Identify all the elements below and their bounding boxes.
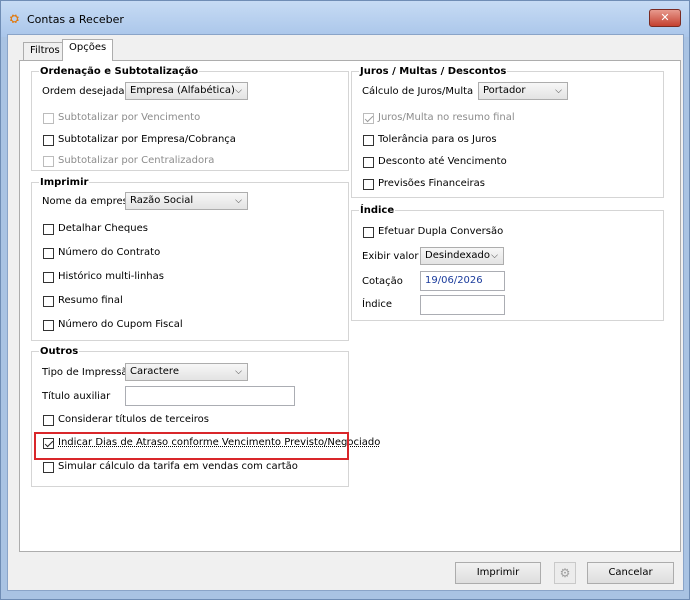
checkbox-resumo-final[interactable] xyxy=(43,296,54,307)
tipo-impressao-value: Caractere xyxy=(130,366,179,377)
window: ⛭ Contas a Receber ✕ Filtros Opções Orde… xyxy=(0,0,690,600)
label-simular-tarifa: Simular cálculo da tarifa em vendas com … xyxy=(58,461,298,472)
label-desconto-vencimento: Desconto até Vencimento xyxy=(378,156,507,167)
label-resumo-final: Resumo final xyxy=(58,295,123,306)
imprimir-button-label: Imprimir xyxy=(476,567,520,578)
checkbox-tolerancia-juros[interactable] xyxy=(363,135,374,146)
close-button[interactable]: ✕ xyxy=(649,9,681,27)
label-juros-resumo: Juros/Multa no resumo final xyxy=(378,112,515,123)
checkbox-subtotal-empresa[interactable] xyxy=(43,135,54,146)
chevron-down-icon: ⌵ xyxy=(555,86,562,96)
checkbox-titulos-terceiros[interactable] xyxy=(43,415,54,426)
cancelar-button[interactable]: Cancelar xyxy=(587,562,674,584)
chevron-down-icon: ⌵ xyxy=(491,251,498,261)
cancelar-button-label: Cancelar xyxy=(608,567,653,578)
group-indice: Índice Efetuar Dupla Conversão Exibir va… xyxy=(351,205,664,321)
group-title-ordenacao: Ordenação e Subtotalização xyxy=(39,66,200,77)
exibir-valor-value: Desindexado xyxy=(425,250,491,261)
group-title-juros: Juros / Multas / Descontos xyxy=(359,66,508,77)
chevron-down-icon: ⌵ xyxy=(235,367,242,377)
label-subtotal-empresa: Subtotalizar por Empresa/Cobrança xyxy=(58,134,236,145)
checkbox-desconto-vencimento[interactable] xyxy=(363,157,374,168)
calculo-juros-label: Cálculo de Juros/Multa xyxy=(362,86,474,97)
label-previsoes: Previsões Financeiras xyxy=(378,178,485,189)
titulo-auxiliar-label: Título auxiliar xyxy=(42,391,111,402)
checkbox-previsoes[interactable] xyxy=(363,179,374,190)
label-titulos-terceiros: Considerar títulos de terceiros xyxy=(58,414,209,425)
group-juros: Juros / Multas / Descontos Cálculo de Ju… xyxy=(351,66,664,198)
ordem-select[interactable]: Empresa (Alfabética) ⌵ xyxy=(125,82,248,100)
gear-icon: ⚙ xyxy=(559,566,571,580)
checkbox-detalhar-cheques[interactable] xyxy=(43,224,54,235)
checkbox-historico[interactable] xyxy=(43,272,54,283)
label-tolerancia-juros: Tolerância para os Juros xyxy=(378,134,497,145)
label-historico: Histórico multi-linhas xyxy=(58,271,164,282)
indice-label: Índice xyxy=(362,299,393,310)
settings-button[interactable]: ⚙ xyxy=(554,562,576,584)
label-detalhar-cheques: Detalhar Cheques xyxy=(58,223,148,234)
tipo-impressao-label: Tipo de Impressão xyxy=(42,367,134,378)
checkbox-numero-contrato[interactable] xyxy=(43,248,54,259)
exibir-valor-select[interactable]: Desindexado ⌵ xyxy=(420,247,504,265)
nome-empresa-label: Nome da empresa xyxy=(42,196,134,207)
chevron-down-icon: ⌵ xyxy=(235,196,242,206)
options-panel: Ordenação e Subtotalização Ordem desejad… xyxy=(19,60,681,552)
nome-empresa-value: Razão Social xyxy=(130,195,194,206)
checkbox-subtotal-vencimento[interactable] xyxy=(43,113,54,124)
nome-empresa-select[interactable]: Razão Social ⌵ xyxy=(125,192,248,210)
label-subtotal-vencimento: Subtotalizar por Vencimento xyxy=(58,112,201,123)
checkbox-simular-tarifa[interactable] xyxy=(43,462,54,473)
group-outros: Outros Tipo de Impressão Caractere ⌵ Tít… xyxy=(31,346,380,487)
checkbox-subtotal-centralizadora[interactable] xyxy=(43,156,54,167)
window-title: Contas a Receber xyxy=(27,13,124,26)
checkbox-cupom-fiscal[interactable] xyxy=(43,320,54,331)
label-dupla-conversao: Efetuar Dupla Conversão xyxy=(378,226,504,237)
highlight-box xyxy=(34,432,349,460)
close-icon: ✕ xyxy=(660,11,670,24)
exibir-valor-label: Exibir valor xyxy=(362,251,419,262)
checkbox-juros-resumo[interactable] xyxy=(363,113,374,124)
indice-input[interactable] xyxy=(420,295,505,315)
group-ordenacao: Ordenação e Subtotalização Ordem desejad… xyxy=(31,66,349,171)
label-subtotal-centralizadora: Subtotalizar por Centralizadora xyxy=(58,155,215,166)
label-cupom-fiscal: Número do Cupom Fiscal xyxy=(58,319,183,330)
group-title-indice: Índice xyxy=(359,205,396,216)
title-bar: ⛭ Contas a Receber ✕ xyxy=(1,1,689,37)
tab-opcoes[interactable]: Opções xyxy=(62,39,114,61)
group-title-outros: Outros xyxy=(39,346,80,357)
cotacao-label: Cotação xyxy=(362,276,403,287)
group-imprimir: Imprimir Nome da empresa Razão Social ⌵ … xyxy=(31,177,349,341)
checkbox-dupla-conversao[interactable] xyxy=(363,227,374,238)
imprimir-button[interactable]: Imprimir xyxy=(455,562,541,584)
group-title-imprimir: Imprimir xyxy=(39,177,90,188)
tipo-impressao-select[interactable]: Caractere ⌵ xyxy=(125,363,248,381)
titulo-auxiliar-input[interactable] xyxy=(125,386,295,406)
app-icon: ⛭ xyxy=(10,12,19,25)
ordem-value: Empresa (Alfabética) xyxy=(130,85,235,96)
dialog-client: Filtros Opções Ordenação e Subtotalizaçã… xyxy=(7,34,684,591)
cotacao-input[interactable]: 19/06/2026 xyxy=(420,271,505,291)
label-numero-contrato: Número do Contrato xyxy=(58,247,161,258)
calculo-juros-select[interactable]: Portador ⌵ xyxy=(478,82,568,100)
tab-filtros[interactable]: Filtros xyxy=(23,42,67,60)
calculo-juros-value: Portador xyxy=(483,85,526,96)
chevron-down-icon: ⌵ xyxy=(235,86,242,96)
ordem-label: Ordem desejada xyxy=(42,86,125,97)
